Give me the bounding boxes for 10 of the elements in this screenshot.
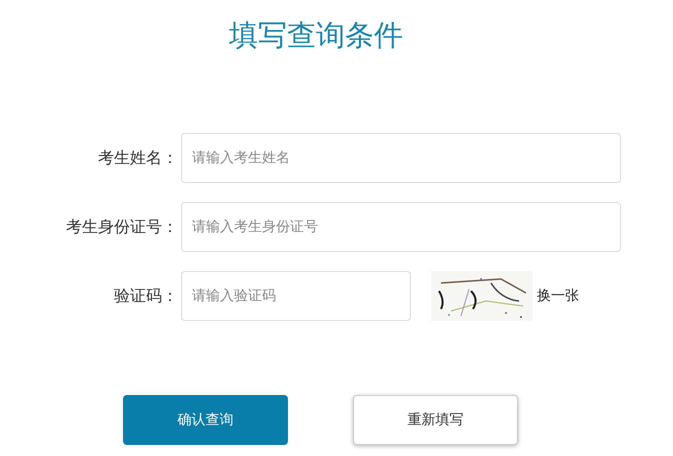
refresh-link[interactable]: 换一张 bbox=[537, 287, 579, 305]
field-label: 验证码： bbox=[113, 286, 178, 306]
input-field[interactable]: 请输入考生姓名 bbox=[181, 133, 621, 183]
field-label: 考生姓名： bbox=[97, 148, 178, 168]
field-label: 考生身份证号： bbox=[65, 216, 178, 238]
input-field[interactable]: 请输入验证码 bbox=[181, 271, 411, 321]
page-title: 填写查询条件 bbox=[228, 17, 404, 54]
reset-button[interactable]: 重新填写 bbox=[353, 395, 518, 445]
input-field[interactable]: 请输入考生身份证号 bbox=[181, 202, 621, 252]
submit-button[interactable]: 确认查询 bbox=[123, 395, 288, 445]
